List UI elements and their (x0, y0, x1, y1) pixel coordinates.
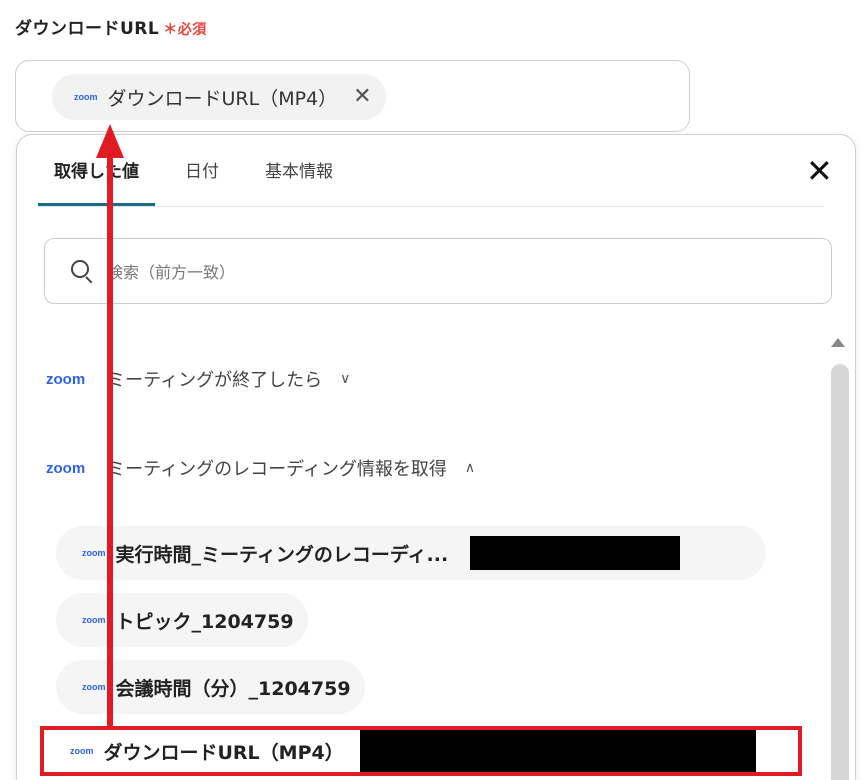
chip-label: ダウンロードURL（MP4） (107, 87, 338, 110)
zoom-icon: zoom (82, 615, 106, 625)
scroll-up-arrow-icon[interactable] (831, 338, 845, 347)
search-icon (71, 260, 93, 284)
chevron-down-icon: ∨ (340, 371, 351, 387)
annotation-arrow-line (107, 150, 113, 728)
zoom-icon: zoom (74, 92, 98, 102)
chevron-up-icon: ∧ (464, 460, 476, 476)
tab-divider (38, 206, 824, 207)
scrollbar-thumb[interactable] (831, 364, 849, 780)
tab-date[interactable]: 日付 (169, 160, 235, 206)
close-panel-button[interactable]: ✕ (806, 155, 833, 187)
zoom-icon: zoom (82, 682, 106, 692)
tab-basic-info[interactable]: 基本情報 (249, 160, 349, 206)
zoom-icon: zoom (82, 548, 106, 558)
section-label: ミーティングのレコーディング情報を取得 (107, 459, 447, 480)
redacted-value (359, 729, 756, 773)
list-item[interactable]: zoom 会議時間（分）_1204759 (56, 660, 365, 714)
list-item-label: トピック_1204759 (115, 610, 294, 633)
list-item[interactable]: zoom トピック_1204759 (56, 593, 308, 647)
required-badge: ＊必須 (163, 22, 207, 38)
field-label-text: ダウンロードURL (15, 19, 160, 39)
zoom-logo-icon: zoom (46, 459, 86, 477)
list-item-label: 実行時間_ミーティングのレコーディ... (115, 543, 449, 566)
field-label: ダウンロードURL ＊必須 (15, 14, 207, 39)
section-label: ミーティングが終了したら (107, 370, 323, 391)
search-field[interactable]: 検索（前方一致） (44, 238, 832, 304)
section-meeting-ended[interactable]: zoom ミーティングが終了したら ∨ (46, 366, 350, 392)
chip-remove-icon[interactable]: ✕ (353, 86, 371, 108)
list-item-label: 会議時間（分）_1204759 (115, 677, 351, 700)
zoom-logo-icon: zoom (46, 370, 86, 388)
search-input[interactable]: 検索（前方一致） (107, 259, 235, 283)
picker-tabs: 取得した値 日付 基本情報 (38, 160, 363, 206)
selected-value-chip[interactable]: zoom ダウンロードURL（MP4） ✕ (52, 74, 386, 120)
tab-acquired-values[interactable]: 取得した値 (38, 160, 155, 206)
redacted-value (470, 536, 681, 570)
list-item[interactable]: zoom ダウンロードURL（MP4） (44, 728, 800, 774)
annotation-arrow-head-icon (96, 124, 124, 158)
list-item[interactable]: zoom 実行時間_ミーティングのレコーディ... (56, 526, 766, 580)
list-item-label: ダウンロードURL（MP4） (103, 741, 344, 764)
zoom-icon: zoom (70, 746, 94, 756)
